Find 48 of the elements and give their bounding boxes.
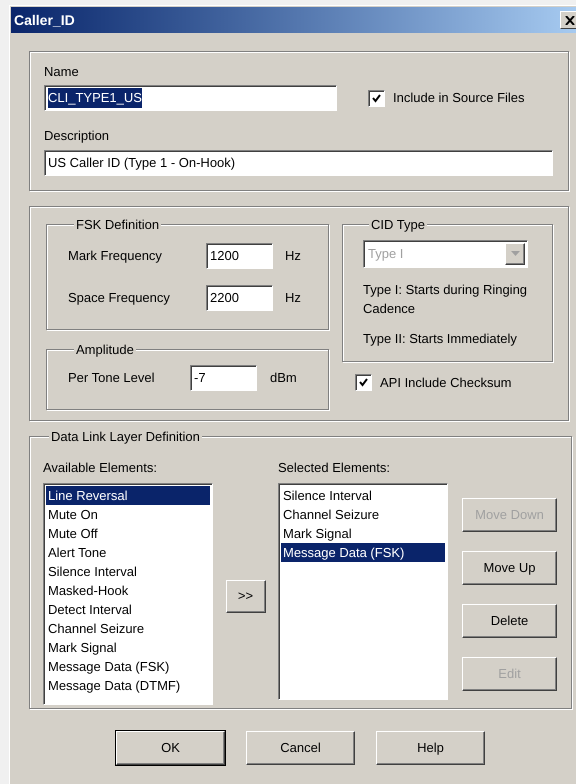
info-text: Type I: Starts during Ringing Cadence — [363, 280, 528, 318]
list-item[interactable]: Silence Interval — [281, 486, 445, 504]
check-icon — [359, 378, 368, 388]
check-icon — [372, 94, 381, 102]
input-field[interactable]: 2200 — [206, 284, 273, 310]
list-item[interactable]: Message Data (FSK) — [281, 542, 445, 562]
unit-label: dBm — [270, 368, 297, 387]
field-label: Mark Frequency — [68, 246, 163, 265]
checkbox-label: API Include Checksum — [380, 374, 512, 392]
list-item[interactable]: Message Data (DTMF) — [46, 676, 210, 694]
list-item[interactable]: Masked-Hook — [46, 580, 210, 600]
list-item[interactable]: Channel Seizure — [46, 618, 210, 638]
field-label: Per Tone Level — [68, 368, 156, 387]
input-field[interactable]: 1200 — [206, 242, 273, 268]
list-item[interactable]: Mute On — [46, 504, 210, 524]
list-item[interactable]: Message Data (FSK) — [46, 656, 210, 676]
info-text: Type II: Starts Immediately — [363, 330, 518, 348]
list-item[interactable]: Line Reversal — [46, 486, 210, 504]
input-field[interactable]: -7 — [190, 364, 257, 390]
field-label: Name — [44, 63, 80, 81]
name-field[interactable]: CLI_TYPE1_US — [44, 85, 337, 111]
list-item[interactable]: Detect Interval — [46, 600, 210, 618]
unit-label: Hz — [285, 246, 301, 265]
close-icon — [565, 16, 575, 24]
description-field[interactable]: US Caller ID (Type 1 - On-Hook) — [44, 150, 553, 176]
window-title: Caller_ID — [14, 10, 75, 30]
unit-label: Hz — [285, 288, 301, 307]
list-item[interactable]: Mark Signal — [46, 638, 210, 656]
list-item[interactable]: Mute Off — [46, 524, 210, 542]
list-item[interactable]: Mark Signal — [281, 524, 445, 542]
dialog-button[interactable]: Help — [376, 731, 485, 765]
dialog-button[interactable]: OK — [116, 731, 225, 765]
close-button[interactable] — [560, 11, 576, 29]
field-label: Space Frequency — [68, 288, 171, 307]
checkbox[interactable] — [355, 374, 372, 392]
list-item[interactable]: Alert Tone — [46, 542, 210, 562]
dialog-button[interactable]: Cancel — [246, 731, 355, 765]
add-button[interactable]: >> — [226, 580, 266, 612]
list-label: Available Elements: — [43, 458, 158, 476]
list-item[interactable]: Channel Seizure — [281, 504, 445, 524]
field-label: Description — [44, 127, 110, 145]
list-item[interactable]: Silence Interval — [46, 562, 210, 580]
list-label: Selected Elements: — [278, 458, 392, 476]
action-button[interactable]: Move Up — [462, 550, 557, 584]
dropdown: Type I — [363, 240, 528, 268]
checkbox-label: Include in Source Files — [393, 89, 525, 108]
action-button[interactable]: Delete — [462, 604, 557, 638]
checkbox[interactable] — [368, 90, 385, 106]
